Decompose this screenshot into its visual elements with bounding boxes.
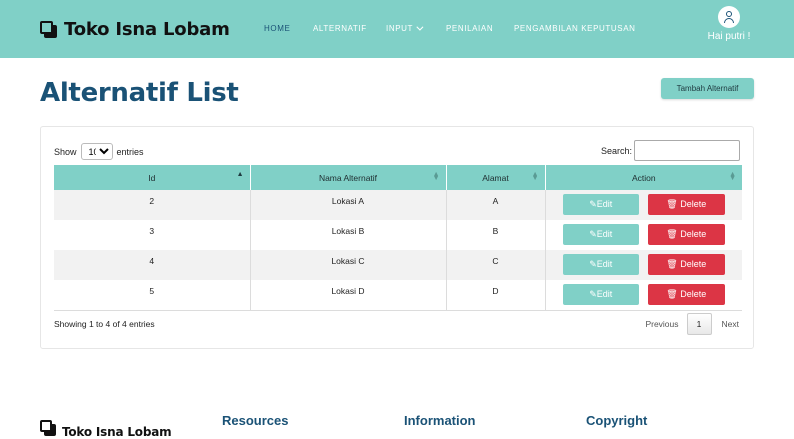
show-label: Show xyxy=(54,146,77,157)
nav-home[interactable]: HOME xyxy=(264,24,290,33)
table-row: 3 Lokasi B B ✎Edit 🗑 Delete xyxy=(54,220,742,250)
top-navbar: Toko Isna Lobam HOME ALTERNATIF INPUT PE… xyxy=(0,0,794,58)
table-row: 4 Lokasi C C ✎Edit 🗑 Delete xyxy=(54,250,742,280)
nav-pengambilan-keputusan[interactable]: PENGAMBILAN KEPUTUSAN xyxy=(514,24,636,33)
page-title: Alternatif List xyxy=(40,78,239,108)
logo-icon xyxy=(40,420,56,436)
cell-action: ✎Edit 🗑 Delete xyxy=(545,250,742,280)
search-control: Search: xyxy=(601,140,740,161)
column-header-nama[interactable]: Nama Alternatif ▲ ▼ xyxy=(250,165,447,190)
edit-button[interactable]: ✎Edit xyxy=(562,284,639,305)
user-greeting: Hai putri ! xyxy=(707,31,751,42)
cell-nama: Lokasi C xyxy=(250,250,447,280)
cell-action: ✎Edit 🗑 Delete xyxy=(545,280,742,311)
alternatif-table: Id ▲ Nama Alternatif ▲ ▼ Alamat ▲ ▼ Action ▲ ▼ … xyxy=(54,165,742,311)
cell-alamat: A xyxy=(446,190,546,220)
sort-icon: ▲ ▼ xyxy=(531,171,539,182)
cell-alamat: B xyxy=(446,220,546,250)
delete-button[interactable]: 🗑 Delete xyxy=(647,224,725,245)
previous-button[interactable]: Previous xyxy=(645,319,678,329)
table-row: 5 Lokasi D D ✎Edit 🗑 Delete xyxy=(54,280,742,311)
edit-button[interactable]: ✎Edit xyxy=(562,224,639,245)
cell-alamat: D xyxy=(446,280,546,311)
user-menu[interactable]: Hai putri ! xyxy=(700,6,758,42)
cell-action: ✎Edit 🗑 Delete xyxy=(545,190,742,220)
user-icon xyxy=(718,6,740,28)
delete-button[interactable]: 🗑 Delete xyxy=(647,254,725,275)
table-info: Showing 1 to 4 of 4 entries xyxy=(54,319,155,329)
footer-heading-copyright: Copyright xyxy=(586,413,648,428)
table-header-row: Id ▲ Nama Alternatif ▲ ▼ Alamat ▲ ▼ Action ▲ ▼ xyxy=(54,165,742,190)
edit-button[interactable]: ✎Edit xyxy=(562,194,639,215)
nav-penilaian[interactable]: PENILAIAN xyxy=(446,24,493,33)
cell-action: ✎Edit 🗑 Delete xyxy=(545,220,742,250)
cell-id: 5 xyxy=(54,280,251,311)
footer-brand-name: Toko Isna Lobam xyxy=(62,425,172,439)
entries-label: entries xyxy=(116,146,144,157)
add-alternatif-button[interactable]: Tambah Alternatif xyxy=(661,78,754,99)
brand-name: Toko Isna Lobam xyxy=(64,19,230,40)
footer-heading-information: Information xyxy=(404,413,476,428)
chevron-down-icon xyxy=(416,23,424,31)
pagination: Previous 1 Next xyxy=(645,313,739,335)
nav-alternatif[interactable]: ALTERNATIF xyxy=(313,24,367,33)
sort-icon: ▲ ▼ xyxy=(729,171,736,182)
logo-icon xyxy=(40,20,58,39)
nav-input-label: INPUT xyxy=(386,24,413,33)
delete-button[interactable]: 🗑 Delete xyxy=(647,194,725,215)
search-input[interactable] xyxy=(634,140,740,161)
column-header-alamat[interactable]: Alamat ▲ ▼ xyxy=(446,165,546,190)
next-button[interactable]: Next xyxy=(722,319,739,329)
cell-nama: Lokasi D xyxy=(250,280,447,311)
column-header-action[interactable]: Action ▲ ▼ xyxy=(545,165,742,190)
table-row: 2 Lokasi A A ✎Edit 🗑 Delete xyxy=(54,190,742,220)
brand[interactable]: Toko Isna Lobam xyxy=(40,19,230,40)
footer-heading-resources: Resources xyxy=(222,413,289,428)
search-label: Search: xyxy=(600,145,632,156)
sort-icon: ▲ ▼ xyxy=(432,171,440,182)
page-size-control: Show 10 entries xyxy=(54,143,144,160)
delete-button[interactable]: 🗑 Delete xyxy=(647,284,725,305)
page-size-select[interactable]: 10 xyxy=(80,143,113,160)
cell-id: 2 xyxy=(54,190,251,220)
cell-alamat: C xyxy=(446,250,546,280)
nav-input[interactable]: INPUT xyxy=(386,23,424,33)
cell-id: 4 xyxy=(54,250,251,280)
edit-button[interactable]: ✎Edit xyxy=(562,254,639,275)
cell-nama: Lokasi B xyxy=(250,220,447,250)
cell-nama: Lokasi A xyxy=(250,190,447,220)
table-card: Show 10 entries Search: Id ▲ Nama Alterna… xyxy=(40,126,754,349)
page-1-button[interactable]: 1 xyxy=(686,313,712,335)
cell-id: 3 xyxy=(54,220,251,250)
footer-brand: Toko Isna Lobam xyxy=(40,417,172,439)
column-header-id[interactable]: Id ▲ xyxy=(54,165,251,190)
sort-asc-icon: ▲ xyxy=(236,171,244,178)
